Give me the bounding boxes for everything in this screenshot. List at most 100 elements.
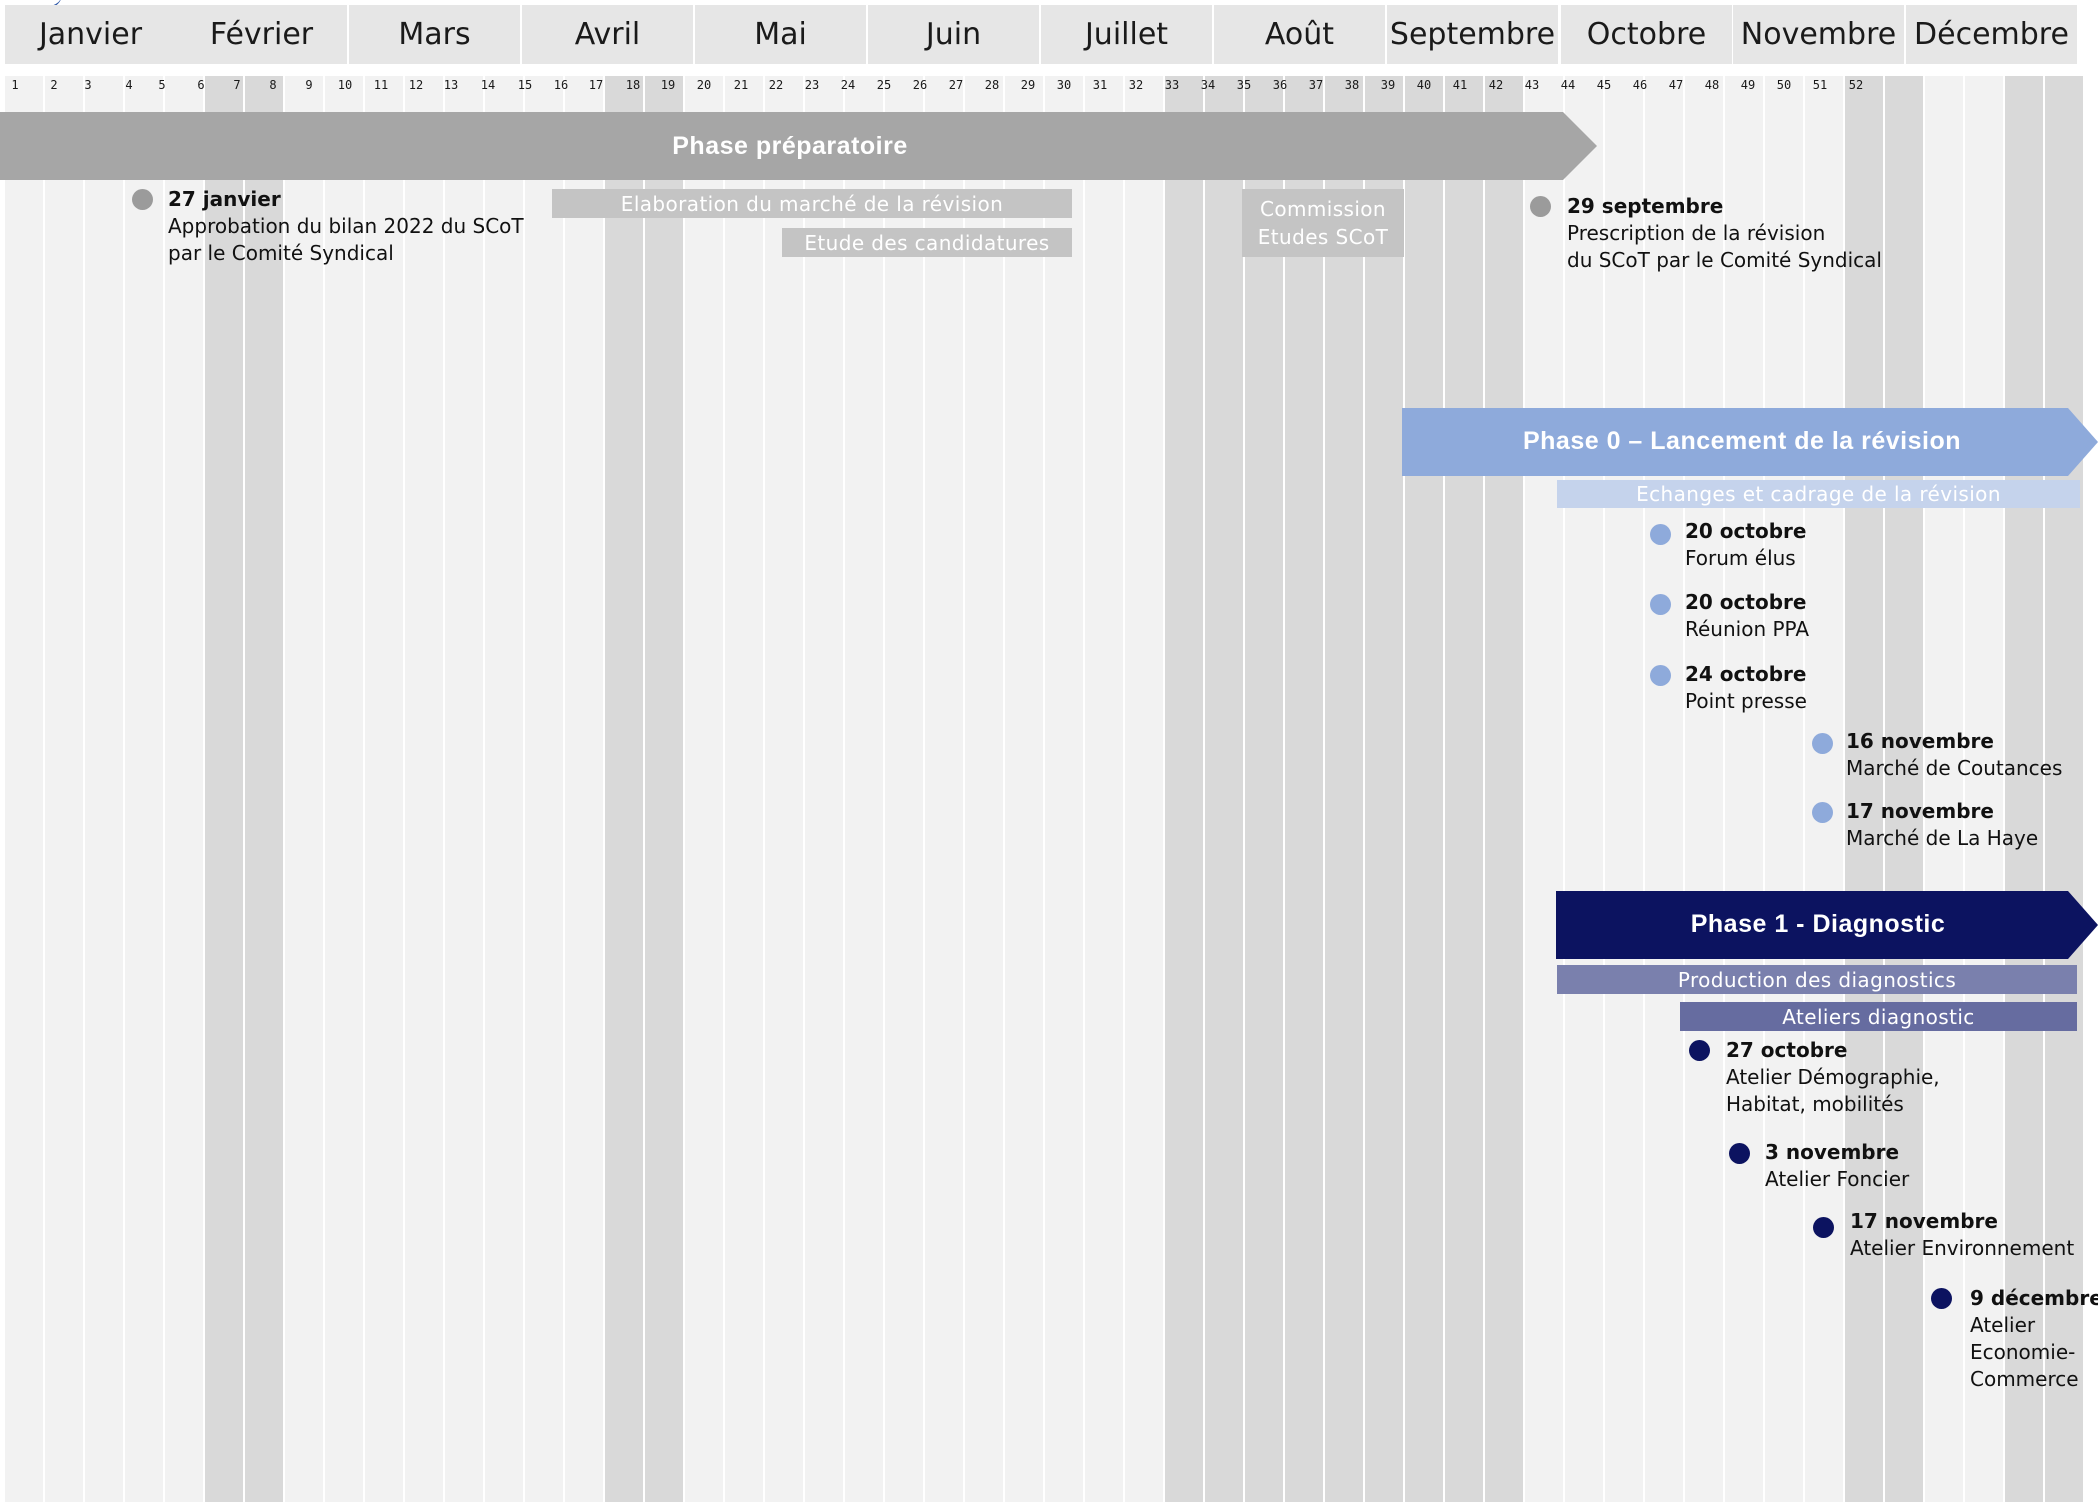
week-number: 22 (768, 78, 784, 92)
event-label: Marché de Coutances (1846, 756, 2063, 780)
week-number: 6 (197, 78, 205, 92)
week-number: 11 (373, 78, 389, 92)
week-column (765, 76, 803, 1502)
week-number: 34 (1200, 78, 1216, 92)
week-column (1765, 76, 1803, 1502)
week-column (525, 76, 563, 1502)
week-number: 37 (1308, 78, 1324, 92)
month-cell: Novembre (1733, 5, 1904, 64)
event-dot-forum-elus (1650, 524, 1671, 545)
month-cell: Mai (695, 5, 866, 64)
week-number: 51 (1812, 78, 1828, 92)
week-column (1485, 76, 1523, 1502)
week-number: 19 (660, 78, 676, 92)
week-number: 15 (517, 78, 533, 92)
event-label: Point presse (1685, 689, 1807, 713)
week-column (1405, 76, 1443, 1502)
event-marche-coutances: 16 novembre Marché de Coutances (1846, 728, 2062, 782)
week-number: 12 (408, 78, 424, 92)
week-column (965, 76, 1003, 1502)
week-column (285, 76, 323, 1502)
week-column (645, 76, 683, 1502)
bar-ateliers-diagnostic: Ateliers diagnostic (1680, 1002, 2077, 1031)
week-number: 2 (50, 78, 58, 92)
week-number: 39 (1380, 78, 1396, 92)
event-label: Atelier Economie- Commerce (1970, 1313, 2079, 1391)
event-marche-la-haye: 17 novembre Marché de La Haye (1846, 798, 2038, 852)
event-dot-atelier-economie (1931, 1288, 1952, 1309)
week-column (405, 76, 443, 1502)
event-label: Réunion PPA (1685, 617, 1810, 641)
week-number: 16 (553, 78, 569, 92)
week-column (1885, 76, 1923, 1502)
event-atelier-foncier: 3 novembre Atelier Foncier (1765, 1139, 1909, 1193)
week-column (1845, 76, 1883, 1502)
week-number: 20 (696, 78, 712, 92)
bar-production-diagnostics: Production des diagnostics (1557, 965, 2077, 994)
event-label: Atelier Démographie, Habitat, mobilités (1726, 1065, 1940, 1116)
week-number: 14 (480, 78, 496, 92)
event-dot-atelier-foncier (1729, 1143, 1750, 1164)
week-number: 49 (1740, 78, 1756, 92)
event-label: Prescription de la révision du SCoT par … (1567, 221, 1882, 272)
event-atelier-economie: 9 décembre Atelier Economie- Commerce (1970, 1285, 2098, 1393)
week-number: 48 (1704, 78, 1720, 92)
month-cell: Juin (868, 5, 1039, 64)
week-number: 4 (125, 78, 133, 92)
week-number: 9 (305, 78, 313, 92)
event-date: 9 décembre (1970, 1286, 2098, 1310)
week-column (725, 76, 763, 1502)
event-dot-27-janvier (132, 189, 153, 210)
event-dot-reunion-ppa (1650, 594, 1671, 615)
event-date: 27 janvier (168, 187, 281, 211)
week-column (245, 76, 283, 1502)
week-column (1645, 76, 1683, 1502)
week-number: 30 (1056, 78, 1072, 92)
event-label: Forum élus (1685, 546, 1796, 570)
week-column (1125, 76, 1163, 1502)
week-number: 31 (1092, 78, 1108, 92)
week-column (685, 76, 723, 1502)
week-number: 23 (804, 78, 820, 92)
event-date: 20 octobre (1685, 519, 1807, 543)
week-column (1805, 76, 1843, 1502)
event-date: 16 novembre (1846, 729, 1994, 753)
event-29-septembre: 29 septembre Prescription de la révision… (1567, 193, 1882, 274)
event-dot-atelier-environnement (1813, 1217, 1834, 1238)
event-dot-atelier-demographie (1689, 1040, 1710, 1061)
week-number: 17 (588, 78, 604, 92)
month-cell: Septembre (1387, 5, 1558, 64)
phase-0-label: Phase 0 – Lancement de la révision (1522, 426, 1962, 455)
week-column (485, 76, 523, 1502)
event-date: 27 octobre (1726, 1038, 1848, 1062)
event-date: 17 novembre (1850, 1209, 1998, 1233)
week-number: 24 (840, 78, 856, 92)
week-column (1325, 76, 1363, 1502)
week-column (1685, 76, 1723, 1502)
week-number: 35 (1236, 78, 1252, 92)
event-date: 17 novembre (1846, 799, 1994, 823)
week-column (445, 76, 483, 1502)
week-column (1605, 76, 1643, 1502)
week-number: 50 (1776, 78, 1792, 92)
bar-etude-candidatures: Etude des candidatures (782, 228, 1072, 257)
event-reunion-ppa: 20 octobre Réunion PPA (1685, 589, 1809, 643)
event-dot-29-septembre (1530, 196, 1551, 217)
week-number: 46 (1632, 78, 1648, 92)
event-label: Atelier Foncier (1765, 1167, 1910, 1191)
event-date: 20 octobre (1685, 590, 1807, 614)
week-column (845, 76, 883, 1502)
event-atelier-environnement: 17 novembre Atelier Environnement (1850, 1208, 2074, 1262)
week-column (885, 76, 923, 1502)
week-number: 44 (1560, 78, 1576, 92)
event-date: 29 septembre (1567, 194, 1724, 218)
week-number: 7 (233, 78, 241, 92)
month-cell: Juillet (1041, 5, 1212, 64)
week-number: 40 (1416, 78, 1432, 92)
event-point-presse: 24 octobre Point presse (1685, 661, 1807, 715)
planning-timeline: Janvier Février Mars Avril Mai Juin Juillet Aoû… (0, 0, 2098, 1502)
week-number: 43 (1524, 78, 1540, 92)
event-label: Approbation du bilan 2022 du SCoT par le… (168, 214, 524, 265)
event-dot-marche-la-haye (1812, 802, 1833, 823)
week-column (325, 76, 363, 1502)
